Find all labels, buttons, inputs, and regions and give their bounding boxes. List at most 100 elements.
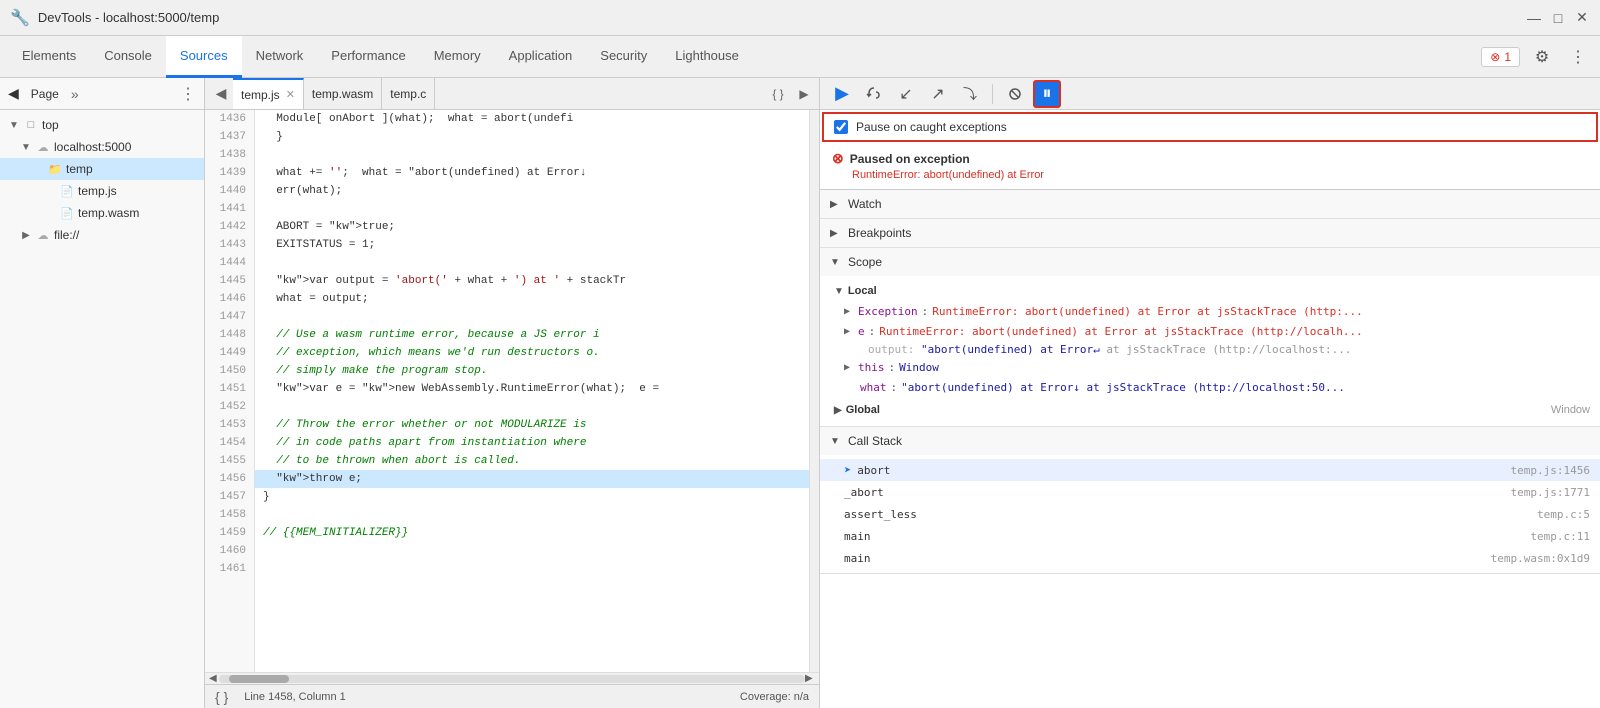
code-line[interactable]: } (255, 128, 809, 146)
tree-item-top[interactable]: ▼ □ top (0, 114, 204, 136)
code-line[interactable]: "kw">var output = 'abort(' + what + ') a… (255, 272, 809, 290)
line-number: 1451 (205, 380, 254, 398)
code-line[interactable] (255, 560, 809, 578)
editor-tab-tempc[interactable]: temp.c (382, 78, 435, 110)
line-number: 1452 (205, 398, 254, 416)
global-value: Window (1551, 404, 1590, 416)
expand-icon[interactable]: ▶ (844, 360, 850, 376)
callstack-item-main[interactable]: main temp.c:11 (820, 525, 1600, 547)
scroll-thumb[interactable] (229, 675, 289, 683)
tab-security[interactable]: Security (586, 36, 661, 78)
format-button[interactable]: { } (767, 83, 789, 105)
scroll-right-icon[interactable]: ▶ (805, 673, 815, 684)
step-over-button[interactable] (860, 80, 888, 108)
editor-tab-tempjs[interactable]: temp.js ✕ (233, 78, 304, 110)
line-numbers: 1436143714381439144014411442144314441445… (205, 110, 255, 672)
code-line[interactable]: // in code paths apart from instantiatio… (255, 434, 809, 452)
sidebar-back-icon[interactable]: ◀ (8, 85, 19, 102)
expand-icon[interactable]: ▶ (844, 304, 850, 320)
expand-icon[interactable]: ▶ (844, 324, 850, 340)
tab-console[interactable]: Console (90, 36, 166, 78)
resume-button[interactable]: ▶ (828, 80, 856, 108)
code-line[interactable] (255, 200, 809, 218)
close-button[interactable]: ✕ (1574, 10, 1590, 26)
code-line[interactable]: what += ''; what = "abort(undefined) at … (255, 164, 809, 182)
page-tab[interactable]: Page (23, 87, 67, 101)
watch-section-header[interactable]: ▶ Watch (820, 190, 1600, 218)
scroll-track[interactable] (219, 675, 805, 683)
line-number: 1443 (205, 236, 254, 254)
settings-button[interactable]: ⚙ (1528, 43, 1556, 71)
tab-elements[interactable]: Elements (8, 36, 90, 78)
scope-section-header[interactable]: ▼ Scope (820, 248, 1600, 276)
editor-status-bar: { } Line 1458, Column 1 Coverage: n/a (205, 684, 819, 708)
tree-item-file[interactable]: ▶ ☁ file:// (0, 224, 204, 246)
editor-tab-tempwasm[interactable]: temp.wasm (304, 78, 382, 110)
close-tab-tempjs[interactable]: ✕ (286, 88, 295, 101)
callstack-section-header[interactable]: ▼ Call Stack (820, 427, 1600, 455)
tree-item-temp-folder[interactable]: 📁 temp (0, 158, 204, 180)
maximize-button[interactable]: □ (1550, 10, 1566, 26)
step-button[interactable]: ⤵ (956, 80, 984, 108)
paused-exception-panel: ⊗ Paused on exception RuntimeError: abor… (820, 142, 1600, 190)
callstack-item-abort2[interactable]: _abort temp.js:1771 (820, 481, 1600, 503)
code-line[interactable]: ABORT = "kw">true; (255, 218, 809, 236)
code-line[interactable] (255, 398, 809, 416)
code-line[interactable]: // Throw the error whether or not MODULA… (255, 416, 809, 434)
tree-item-localhost[interactable]: ▼ ☁ localhost:5000 (0, 136, 204, 158)
sidebar-more-button[interactable]: ⋮ (180, 84, 196, 104)
code-line[interactable] (255, 308, 809, 326)
play-snippets-button[interactable]: ▶ (793, 83, 815, 105)
code-line[interactable]: // to be thrown when abort is called. (255, 452, 809, 470)
code-line[interactable]: err(what); (255, 182, 809, 200)
tab-performance[interactable]: Performance (317, 36, 419, 78)
code-line[interactable] (255, 542, 809, 560)
code-line[interactable]: EXITSTATUS = 1; (255, 236, 809, 254)
tab-sources[interactable]: Sources (166, 36, 242, 78)
callstack-item-main-wasm[interactable]: main temp.wasm:0x1d9 (820, 547, 1600, 569)
callstack-item-assert-less[interactable]: assert_less temp.c:5 (820, 503, 1600, 525)
pause-exceptions-button[interactable]: ⏸ (1033, 80, 1061, 108)
tree-item-temp-js[interactable]: 📄 temp.js (0, 180, 204, 202)
watch-section: ▶ Watch (820, 190, 1600, 219)
cloud-icon: ☁ (36, 140, 50, 154)
tree-item-temp-wasm[interactable]: 📄 temp.wasm (0, 202, 204, 224)
step-into-button[interactable]: ↙ (892, 80, 920, 108)
vertical-scrollbar[interactable] (809, 110, 819, 672)
pause-exceptions-checkbox[interactable] (834, 120, 848, 134)
horizontal-scrollbar[interactable]: ◀ ▶ (205, 672, 819, 684)
more-button[interactable]: ⋮ (1564, 43, 1592, 71)
code-line[interactable]: // exception, which means we'd run destr… (255, 344, 809, 362)
minimize-button[interactable]: — (1526, 10, 1542, 26)
callstack-item-abort[interactable]: ➤ abort temp.js:1456 (820, 459, 1600, 481)
tree-label-file: file:// (54, 228, 79, 242)
sidebar-chevron[interactable]: » (71, 86, 79, 102)
deactivate-breakpoints-button[interactable] (1001, 80, 1029, 108)
tab-memory[interactable]: Memory (420, 36, 495, 78)
code-line[interactable] (255, 506, 809, 524)
editor-back-button[interactable]: ◀ (209, 82, 233, 106)
code-line[interactable]: } (255, 488, 809, 506)
code-line[interactable]: "kw">var e = "kw">new WebAssembly.Runtim… (255, 380, 809, 398)
tab-application[interactable]: Application (495, 36, 587, 78)
global-scope-header[interactable]: ▶ Global Window (820, 398, 1600, 422)
error-count-badge[interactable]: ⊗ 1 (1481, 47, 1520, 67)
code-line[interactable]: // Use a wasm runtime error, because a J… (255, 326, 809, 344)
code-content[interactable]: Module[ onAbort ](what); what = abort(un… (255, 110, 809, 672)
code-line[interactable]: Module[ onAbort ](what); what = abort(un… (255, 110, 809, 128)
code-line[interactable] (255, 146, 809, 164)
format-icon[interactable]: { } (215, 689, 228, 705)
tab-network[interactable]: Network (242, 36, 318, 78)
sidebar-header: ◀ Page » ⋮ (0, 78, 204, 110)
code-line[interactable]: what = output; (255, 290, 809, 308)
code-line[interactable]: "kw">throw e; (255, 470, 809, 488)
scroll-left-icon[interactable]: ◀ (209, 673, 219, 684)
code-line[interactable]: // {{MEM_INITIALIZER}} (255, 524, 809, 542)
line-number: 1438 (205, 146, 254, 164)
code-line[interactable] (255, 254, 809, 272)
local-scope-header[interactable]: ▼ Local (820, 280, 1600, 302)
code-line[interactable]: // simply make the program stop. (255, 362, 809, 380)
tab-lighthouse[interactable]: Lighthouse (661, 36, 753, 78)
step-out-button[interactable]: ↗ (924, 80, 952, 108)
breakpoints-section-header[interactable]: ▶ Breakpoints (820, 219, 1600, 247)
